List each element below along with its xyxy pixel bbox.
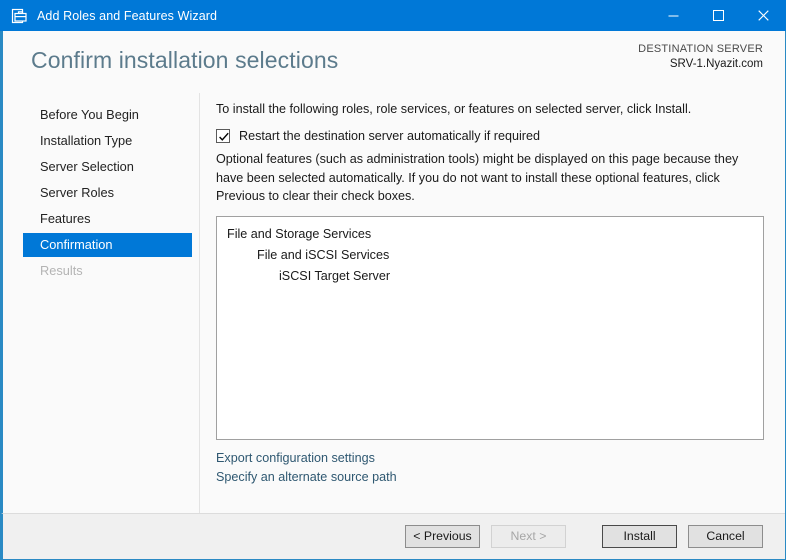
- title-bar: Add Roles and Features Wizard: [0, 0, 786, 31]
- wizard-window: Add Roles and Features Wizard Confirm in…: [0, 0, 786, 560]
- restart-checkbox-row[interactable]: Restart the destination server automatic…: [216, 129, 540, 143]
- previous-button[interactable]: < Previous: [405, 525, 480, 548]
- restart-checkbox[interactable]: [216, 129, 230, 143]
- sidebar-item-server-roles[interactable]: Server Roles: [23, 181, 192, 205]
- wizard-footer: < Previous Next > Install Cancel: [1, 513, 785, 559]
- destination-server-label: DESTINATION SERVER: [638, 43, 763, 55]
- list-item[interactable]: File and iSCSI Services: [217, 245, 763, 266]
- window-title: Add Roles and Features Wizard: [37, 8, 218, 23]
- window-controls: [651, 0, 786, 31]
- maximize-button[interactable]: [696, 0, 741, 31]
- page-header: Confirm installation selections DESTINAT…: [1, 31, 785, 93]
- restart-checkbox-label[interactable]: Restart the destination server automatic…: [239, 129, 540, 143]
- list-item[interactable]: iSCSI Target Server: [217, 266, 763, 287]
- list-item[interactable]: File and Storage Services: [217, 224, 763, 245]
- wizard-toolbox-icon: [11, 8, 27, 23]
- destination-server-value: SRV-1.Nyazit.com: [669, 58, 763, 70]
- sidebar-item-features[interactable]: Features: [23, 207, 192, 231]
- wizard-navigation: Before You Begin Installation Type Serve…: [3, 93, 200, 513]
- page-title: Confirm installation selections: [31, 47, 339, 73]
- sidebar-item-server-selection[interactable]: Server Selection: [23, 155, 192, 179]
- wizard-body: Before You Begin Installation Type Serve…: [1, 93, 785, 513]
- close-icon: [758, 10, 769, 21]
- wizard-content: To install the following roles, role ser…: [200, 93, 785, 513]
- sidebar-item-confirmation[interactable]: Confirmation: [23, 233, 192, 257]
- wizard-links: Export configuration settings Specify an…: [216, 449, 397, 487]
- minimize-button[interactable]: [651, 0, 696, 31]
- optional-features-paragraph: Optional features (such as administratio…: [216, 152, 739, 203]
- export-configuration-settings-link[interactable]: Export configuration settings: [216, 449, 397, 468]
- specify-alternate-source-path-link[interactable]: Specify an alternate source path: [216, 468, 397, 487]
- checkmark-icon: [219, 132, 229, 141]
- sidebar-item-installation-type[interactable]: Installation Type: [23, 129, 192, 153]
- maximize-icon: [713, 10, 724, 21]
- next-button: Next >: [491, 525, 566, 548]
- cancel-button[interactable]: Cancel: [688, 525, 763, 548]
- install-instruction-text: To install the following roles, role ser…: [216, 102, 692, 116]
- minimize-icon: [668, 15, 679, 17]
- close-button[interactable]: [741, 0, 786, 31]
- install-button[interactable]: Install: [602, 525, 677, 548]
- destination-server-block: DESTINATION SERVER SRV-1.Nyazit.com: [638, 42, 763, 72]
- sidebar-item-results: Results: [40, 263, 83, 278]
- selected-features-listbox[interactable]: File and Storage Services File and iSCSI…: [216, 216, 764, 440]
- sidebar-item-before-you-begin[interactable]: Before You Begin: [23, 103, 192, 127]
